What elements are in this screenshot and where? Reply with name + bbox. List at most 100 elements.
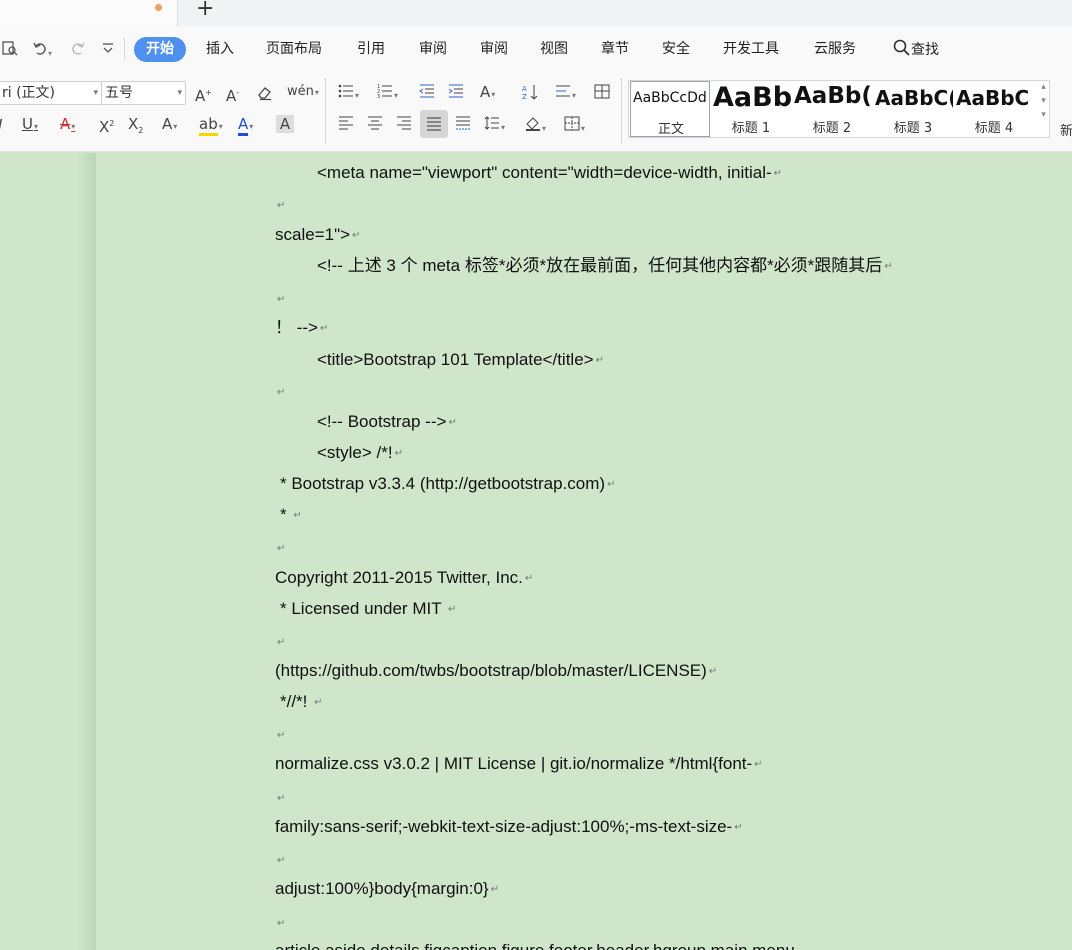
tab-page-layout[interactable]: 页面布局 [266,39,322,59]
text-line: article,aside,details,figcaption,figure,… [275,941,795,950]
svg-text:Z: Z [522,93,527,100]
separator [621,78,622,144]
tab-review-2[interactable]: 审阅 [480,39,508,59]
search-button[interactable]: 查找 [893,39,939,63]
font-name-select[interactable]: ri (正文) ▾ [0,81,102,105]
undo-icon[interactable]: ▾ [32,40,52,62]
style-preview: AaBb( [794,83,872,109]
text-line: <!-- 上述 3 个 meta 标签*必须*放在最前面，任何其他内容都*必须*… [317,256,893,275]
highlight-color-icon[interactable]: ab▾ [199,115,223,136]
decrease-indent-icon[interactable] [419,84,435,102]
text-direction-icon[interactable]: A▾ [480,83,495,104]
style-heading-4[interactable]: AaBbC 标题 4 [954,81,1034,137]
underline-icon[interactable]: U▾ [22,115,38,136]
print-preview-icon[interactable] [2,40,18,60]
style-preview: AaBbCcDd [633,90,707,106]
text-line: ↵ [277,199,286,211]
text-line: ↵ [277,729,286,741]
new-style-button[interactable]: 新 [1060,120,1072,139]
font-size-value: 五号 [105,85,133,101]
unsaved-indicator-icon [155,4,162,11]
style-heading-2[interactable]: AaBb( 标题 2 [792,81,872,137]
borders-icon[interactable]: ▾ [564,116,585,138]
new-tab-icon[interactable]: + [196,0,214,22]
decrease-font-size-icon[interactable]: A- [226,84,239,105]
search-icon [893,39,911,63]
tab-developer-tools[interactable]: 开发工具 [723,39,779,59]
text-line: ↵ [277,542,286,554]
text-line: ↵ [277,792,286,804]
style-gallery-scroll[interactable]: ▴ ▾ ▾ [1037,80,1050,138]
text-line: <!-- Bootstrap --> ↵ [317,412,457,431]
text-line: ↵ [277,293,286,305]
tab-view[interactable]: 视图 [540,39,568,59]
font-name-value: ri (正文) [2,85,56,101]
style-preview: AaBbC [956,86,1030,110]
style-heading-3[interactable]: AaBbC( 标题 3 [873,81,953,137]
page-shadow [78,153,98,950]
text-line: (https://github.com/twbs/bootstrap/blob/… [275,661,718,680]
table-border-icon[interactable] [594,84,610,103]
line-adjust-icon[interactable]: ▾ [555,84,576,105]
chevron-down-icon[interactable]: ▾ [1037,94,1050,108]
style-preview: AaBb [713,82,791,113]
document-area: <meta name="viewport" content="width=dev… [0,153,1072,950]
strikethrough-icon[interactable]: A▾ [60,115,75,136]
svg-text:A: A [522,85,527,93]
text-line: ↵ [277,854,286,866]
character-shading-icon[interactable]: A [276,115,294,133]
tab-review[interactable]: 审阅 [419,39,447,59]
align-left-icon[interactable] [338,116,354,134]
text-line: * Bootstrap v3.3.4 (http://getbootstrap.… [280,474,616,493]
align-center-icon[interactable] [367,116,383,134]
expand-gallery-icon[interactable]: ▾ [1037,108,1050,122]
superscript-icon[interactable]: X2 [99,115,114,136]
active-document-tab[interactable] [0,0,178,26]
text-line: ↵ [277,386,286,398]
document-page[interactable]: <meta name="viewport" content="width=dev… [96,153,1072,950]
text-line: ↵ [277,636,286,648]
text-line: normalize.css v3.0.2 | MIT License | git… [275,754,763,773]
text-line: <style> /*! ↵ [317,443,403,462]
phonetic-guide-icon[interactable]: wén▾ [287,83,319,102]
text-effect-icon[interactable]: A▾ [162,115,177,136]
font-size-select[interactable]: 五号 ▾ [101,81,186,105]
increase-font-size-icon[interactable]: A+ [195,84,212,105]
tab-home[interactable]: 开始 [134,37,186,62]
tab-references[interactable]: 引用 [357,39,385,59]
clear-format-icon[interactable] [256,84,273,105]
text-line: <title>Bootstrap 101 Template</title> ↵ [317,350,604,369]
tab-security[interactable]: 安全 [662,39,690,59]
sort-icon[interactable]: AZ [522,84,538,104]
style-name: 正文 [657,122,684,137]
shading-icon[interactable]: ▾ [525,116,546,138]
style-heading-1[interactable]: AaBb 标题 1 [711,81,791,137]
align-right-icon[interactable] [396,116,412,134]
customize-toolbar-icon[interactable] [102,40,114,60]
font-color-icon[interactable]: A▾ [238,115,253,136]
line-spacing-icon[interactable]: ▾ [484,116,505,137]
tab-insert[interactable]: 插入 [206,39,234,59]
tab-cloud-services[interactable]: 云服务 [814,39,856,59]
style-preview: AaBbC( [875,86,953,110]
italic-icon[interactable]: I [0,116,2,134]
separator [325,78,326,144]
bullet-list-icon[interactable]: ▾ [338,84,359,105]
chevron-down-icon: ▾ [177,88,182,98]
numbered-list-icon[interactable]: 1 2 3 ▾ [377,84,398,105]
redo-icon[interactable] [70,40,86,60]
text-line: ↵ [277,917,286,929]
style-name: 标题 3 [893,121,933,136]
subscript-icon[interactable]: X2 [128,115,143,140]
tab-chapter[interactable]: 章节 [601,39,629,59]
increase-indent-icon[interactable] [448,84,464,102]
distributed-align-icon[interactable] [455,116,471,134]
justify-icon[interactable] [420,110,448,138]
style-normal[interactable]: AaBbCcDd 正文 [630,81,710,137]
text-line: scale=1"> ↵ [275,225,361,244]
style-name: 标题 2 [812,121,852,136]
chevron-up-icon[interactable]: ▴ [1037,80,1050,94]
style-gallery: AaBbCcDd 正文 AaBb 标题 1 AaBb( 标题 2 AaBbC( … [628,80,1050,138]
style-name: 标题 1 [731,121,771,136]
chevron-down-icon: ▾ [93,88,98,98]
